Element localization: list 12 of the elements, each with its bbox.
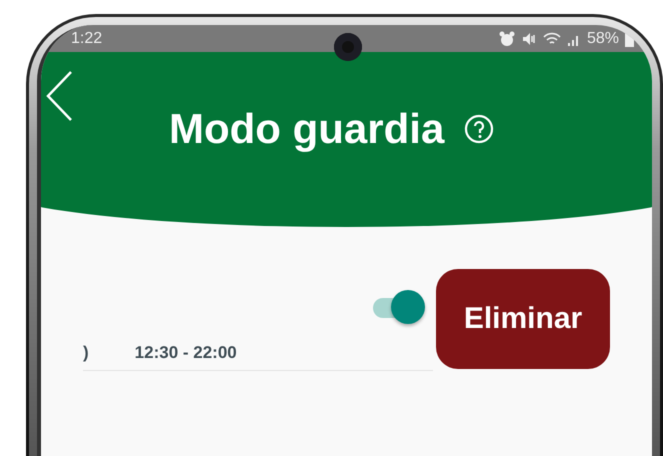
battery-percent: 58% <box>586 30 619 48</box>
wifi-icon <box>542 30 561 46</box>
hours-text: 12:30 - 22:00 <box>134 342 237 362</box>
mute-icon <box>520 30 537 46</box>
back-icon[interactable] <box>45 70 73 122</box>
screen-title: Modo guardia <box>169 104 444 152</box>
day-text: ) <box>83 342 89 362</box>
status-time: 1:22 <box>71 30 102 48</box>
toggle-thumb[interactable] <box>391 290 425 324</box>
camera-icon <box>334 33 362 61</box>
help-icon[interactable] <box>464 114 494 144</box>
delete-button[interactable]: Eliminar <box>436 269 610 369</box>
